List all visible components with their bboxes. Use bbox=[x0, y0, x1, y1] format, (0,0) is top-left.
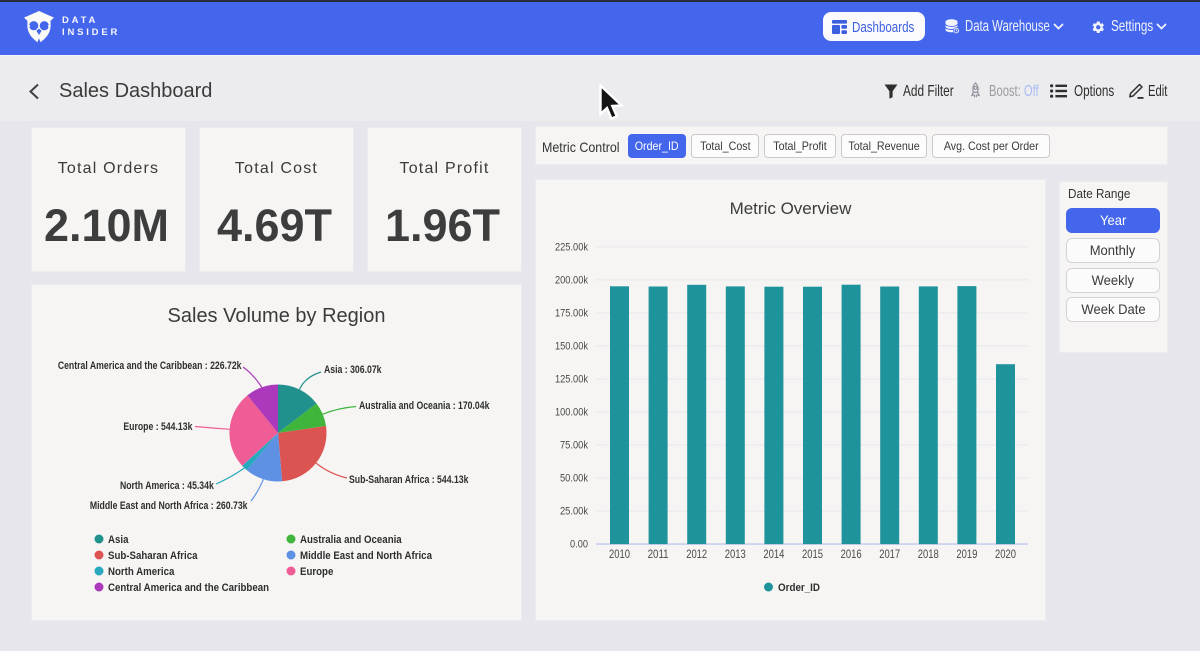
svg-text:2014: 2014 bbox=[763, 547, 784, 561]
svg-text:125.00k: 125.00k bbox=[555, 374, 588, 386]
svg-text:225.00k: 225.00k bbox=[555, 242, 588, 254]
svg-text:Order_ID: Order_ID bbox=[778, 582, 820, 594]
svg-text:150.00k: 150.00k bbox=[555, 341, 588, 353]
svg-text:0.00: 0.00 bbox=[570, 539, 588, 551]
svg-text:25.00k: 25.00k bbox=[560, 506, 588, 518]
svg-text:2016: 2016 bbox=[841, 547, 862, 561]
svg-text:2010: 2010 bbox=[609, 547, 630, 561]
svg-text:2012: 2012 bbox=[686, 547, 707, 561]
svg-text:2017: 2017 bbox=[879, 547, 900, 561]
svg-text:2015: 2015 bbox=[802, 547, 823, 561]
svg-text:50.00k: 50.00k bbox=[560, 473, 588, 485]
svg-text:2011: 2011 bbox=[648, 547, 669, 561]
svg-text:2013: 2013 bbox=[725, 547, 746, 561]
svg-text:2018: 2018 bbox=[918, 547, 939, 561]
svg-text:100.00k: 100.00k bbox=[555, 407, 588, 419]
svg-text:175.00k: 175.00k bbox=[555, 308, 588, 320]
svg-text:200.00k: 200.00k bbox=[555, 275, 588, 287]
svg-text:75.00k: 75.00k bbox=[560, 440, 588, 452]
svg-text:2019: 2019 bbox=[956, 547, 977, 561]
svg-text:2020: 2020 bbox=[995, 547, 1016, 561]
